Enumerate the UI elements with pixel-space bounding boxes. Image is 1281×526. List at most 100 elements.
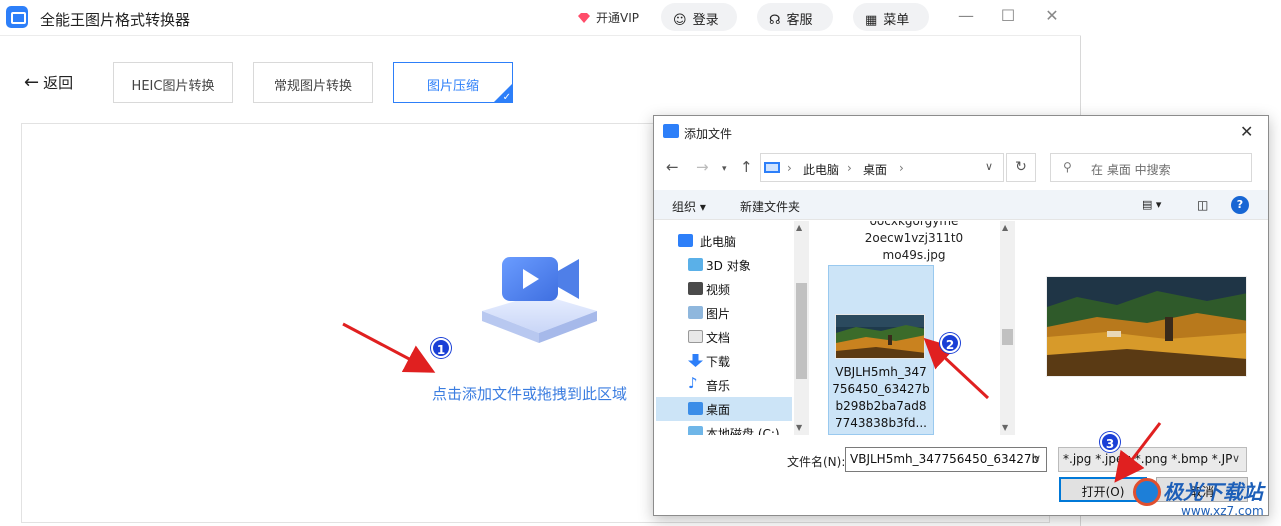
step-marker-1: 1 <box>431 338 451 358</box>
preview-image <box>1046 276 1247 377</box>
search-box[interactable]: ⚲ 在 桌面 中搜索 <box>1050 153 1252 182</box>
view-options-icon[interactable]: ▤ ▾ <box>1142 198 1161 211</box>
video-icon <box>688 282 703 295</box>
dialog-close-icon[interactable]: ✕ <box>1240 122 1253 141</box>
scroll-down-icon[interactable]: ▼ <box>1002 423 1008 432</box>
breadcrumb-this-pc[interactable]: 此电脑 <box>803 161 839 178</box>
app-logo-icon <box>6 6 28 28</box>
file-scroll-thumb[interactable] <box>1002 329 1013 345</box>
tab-compress[interactable]: 图片压缩 ✓ <box>393 62 513 103</box>
close-button[interactable]: ✕ <box>1041 6 1063 28</box>
file-list: oocxkgorgyme 2oecw1vzj311t0 mo49s.jpg VB… <box>824 221 1006 435</box>
download-icon <box>688 354 703 367</box>
sidebar-label: 文档 <box>706 331 731 345</box>
drop-zone-text[interactable]: 点击添加文件或拖拽到此区域 <box>432 383 627 404</box>
sidebar-label: 图片 <box>706 307 731 321</box>
tab-compress-label: 图片压缩 <box>426 79 479 94</box>
computer-icon <box>764 162 780 173</box>
scroll-up-icon[interactable]: ▲ <box>796 223 802 232</box>
sidebar-item-pictures[interactable]: 图片 <box>656 301 792 325</box>
watermark-logo-icon <box>1133 478 1161 506</box>
sidebar-item-downloads[interactable]: 下载 <box>656 349 792 373</box>
refresh-button[interactable]: ↻ <box>1006 153 1036 182</box>
sidebar-item-this-pc[interactable]: 此电脑 <box>656 229 792 253</box>
service-button[interactable]: ☊ 客服 <box>757 3 833 31</box>
step-marker-3: 3 <box>1100 432 1120 452</box>
vip-button[interactable]: 开通VIP <box>578 9 639 26</box>
navigation-pane: 此电脑 3D 对象 视频 图片 文档 下载 ♪ 音乐 桌面 本地磁盘 (C:) <box>654 221 809 435</box>
back-label: 返回 <box>43 74 74 92</box>
tab-heic[interactable]: HEIC图片转换 <box>113 62 233 103</box>
file-name-line: oocxkgorgyme <box>869 221 959 228</box>
forward-arrow-icon[interactable]: → <box>696 158 709 176</box>
vip-label: 开通VIP <box>596 11 639 25</box>
nav-scrollbar[interactable]: ▲ ▼ <box>794 221 809 435</box>
add-file-dialog: 添加文件 ✕ ← → ▾ ↑ › 此电脑 › 桌面 › ∨ ↻ ⚲ 在 桌面 中… <box>653 115 1269 516</box>
sidebar-label: 音乐 <box>706 379 731 393</box>
service-label: 客服 <box>786 13 813 28</box>
up-arrow-icon[interactable]: ↑ <box>740 158 753 176</box>
file-item-previous[interactable]: oocxkgorgyme 2oecw1vzj311t0 mo49s.jpg <box>829 221 999 264</box>
filename-dropdown-icon[interactable]: ∨ <box>1033 452 1041 465</box>
menu-label: 菜单 <box>883 13 910 28</box>
filename-input[interactable]: VBJLH5mh_347756450_63427b <box>845 447 1047 472</box>
maximize-button[interactable]: ☐ <box>997 6 1019 28</box>
desktop-icon <box>688 402 703 415</box>
chevron-right-icon: › <box>899 161 904 175</box>
step-marker-2: 2 <box>940 333 960 353</box>
file-name-line: b298b2ba7ad8 <box>835 399 927 413</box>
computer-icon <box>678 234 693 247</box>
dialog-title-bar: 添加文件 ✕ <box>654 116 1268 148</box>
file-scrollbar[interactable]: ▲ ▼ <box>1000 221 1015 435</box>
address-dropdown-icon[interactable]: ∨ <box>985 160 993 173</box>
organize-label: 组织 <box>672 200 697 214</box>
new-folder-button[interactable]: 新建文件夹 <box>740 198 800 215</box>
filename-label: 文件名(N): <box>787 455 846 469</box>
sidebar-label: 桌面 <box>706 403 731 417</box>
sidebar-item-desktop[interactable]: 桌面 <box>656 397 792 421</box>
nav-scroll-thumb[interactable] <box>796 283 807 379</box>
breadcrumb-desktop[interactable]: 桌面 <box>863 161 887 178</box>
file-type-filter[interactable]: *.jpg *.jpeg *.png *.bmp *.JP <box>1058 447 1247 472</box>
app-title: 全能王图片格式转换器 <box>40 11 191 29</box>
sidebar-item-videos[interactable]: 视频 <box>656 277 792 301</box>
tab-regular[interactable]: 常规图片转换 <box>253 62 373 103</box>
login-button[interactable]: ☺ 登录 <box>661 3 737 31</box>
check-icon: ✓ <box>493 83 513 103</box>
address-bar[interactable]: › 此电脑 › 桌面 › ∨ <box>760 153 1004 182</box>
video-upload-icon <box>482 257 597 343</box>
menu-button[interactable]: ▦ 菜单 <box>853 3 929 31</box>
grid-icon: ▦ <box>865 13 878 28</box>
sidebar-item-music[interactable]: ♪ 音乐 <box>656 373 792 397</box>
file-item-selected[interactable]: VBJLH5mh_347 756450_63427b b298b2ba7ad8 … <box>828 265 934 435</box>
title-bar: 全能王图片格式转换器 开通VIP ☺ 登录 ☊ 客服 ▦ 菜单 — ☐ ✕ <box>0 0 1081 36</box>
dialog-title: 添加文件 <box>684 127 733 141</box>
sidebar-item-3d-objects[interactable]: 3D 对象 <box>656 253 792 277</box>
sidebar-label: 此电脑 <box>700 235 737 249</box>
organize-button[interactable]: 组织 ▾ <box>672 198 706 215</box>
recent-dropdown-icon[interactable]: ▾ <box>722 164 727 174</box>
search-icon: ⚲ <box>1063 160 1072 174</box>
image-thumbnail <box>835 314 925 359</box>
file-name-line: 2oecw1vzj311t0 <box>864 231 964 245</box>
watermark-url: www.xz7.com <box>1181 504 1264 518</box>
search-placeholder: 在 桌面 中搜索 <box>1091 163 1171 177</box>
picture-icon <box>688 306 703 319</box>
back-button[interactable]: ← 返回 <box>24 72 73 93</box>
back-arrow-icon[interactable]: ← <box>666 158 679 176</box>
sidebar-item-documents[interactable]: 文档 <box>656 325 792 349</box>
minimize-button[interactable]: — <box>955 6 977 28</box>
sidebar-label: 3D 对象 <box>706 259 751 273</box>
sidebar-item-local-disk[interactable]: 本地磁盘 (C:) <box>656 421 792 435</box>
sidebar-label: 本地磁盘 (C:) <box>706 427 780 435</box>
user-icon: ☺ <box>673 13 687 28</box>
document-icon <box>688 330 703 343</box>
chevron-right-icon: › <box>847 161 852 175</box>
scroll-down-icon[interactable]: ▼ <box>796 423 802 432</box>
drive-icon <box>688 426 703 435</box>
preview-pane-icon[interactable]: ◫ <box>1197 198 1208 212</box>
help-icon[interactable]: ? <box>1231 196 1249 214</box>
filter-dropdown-icon[interactable]: ∨ <box>1232 452 1240 465</box>
file-name-line: mo49s.jpg <box>882 248 946 262</box>
scroll-up-icon[interactable]: ▲ <box>1002 223 1008 232</box>
